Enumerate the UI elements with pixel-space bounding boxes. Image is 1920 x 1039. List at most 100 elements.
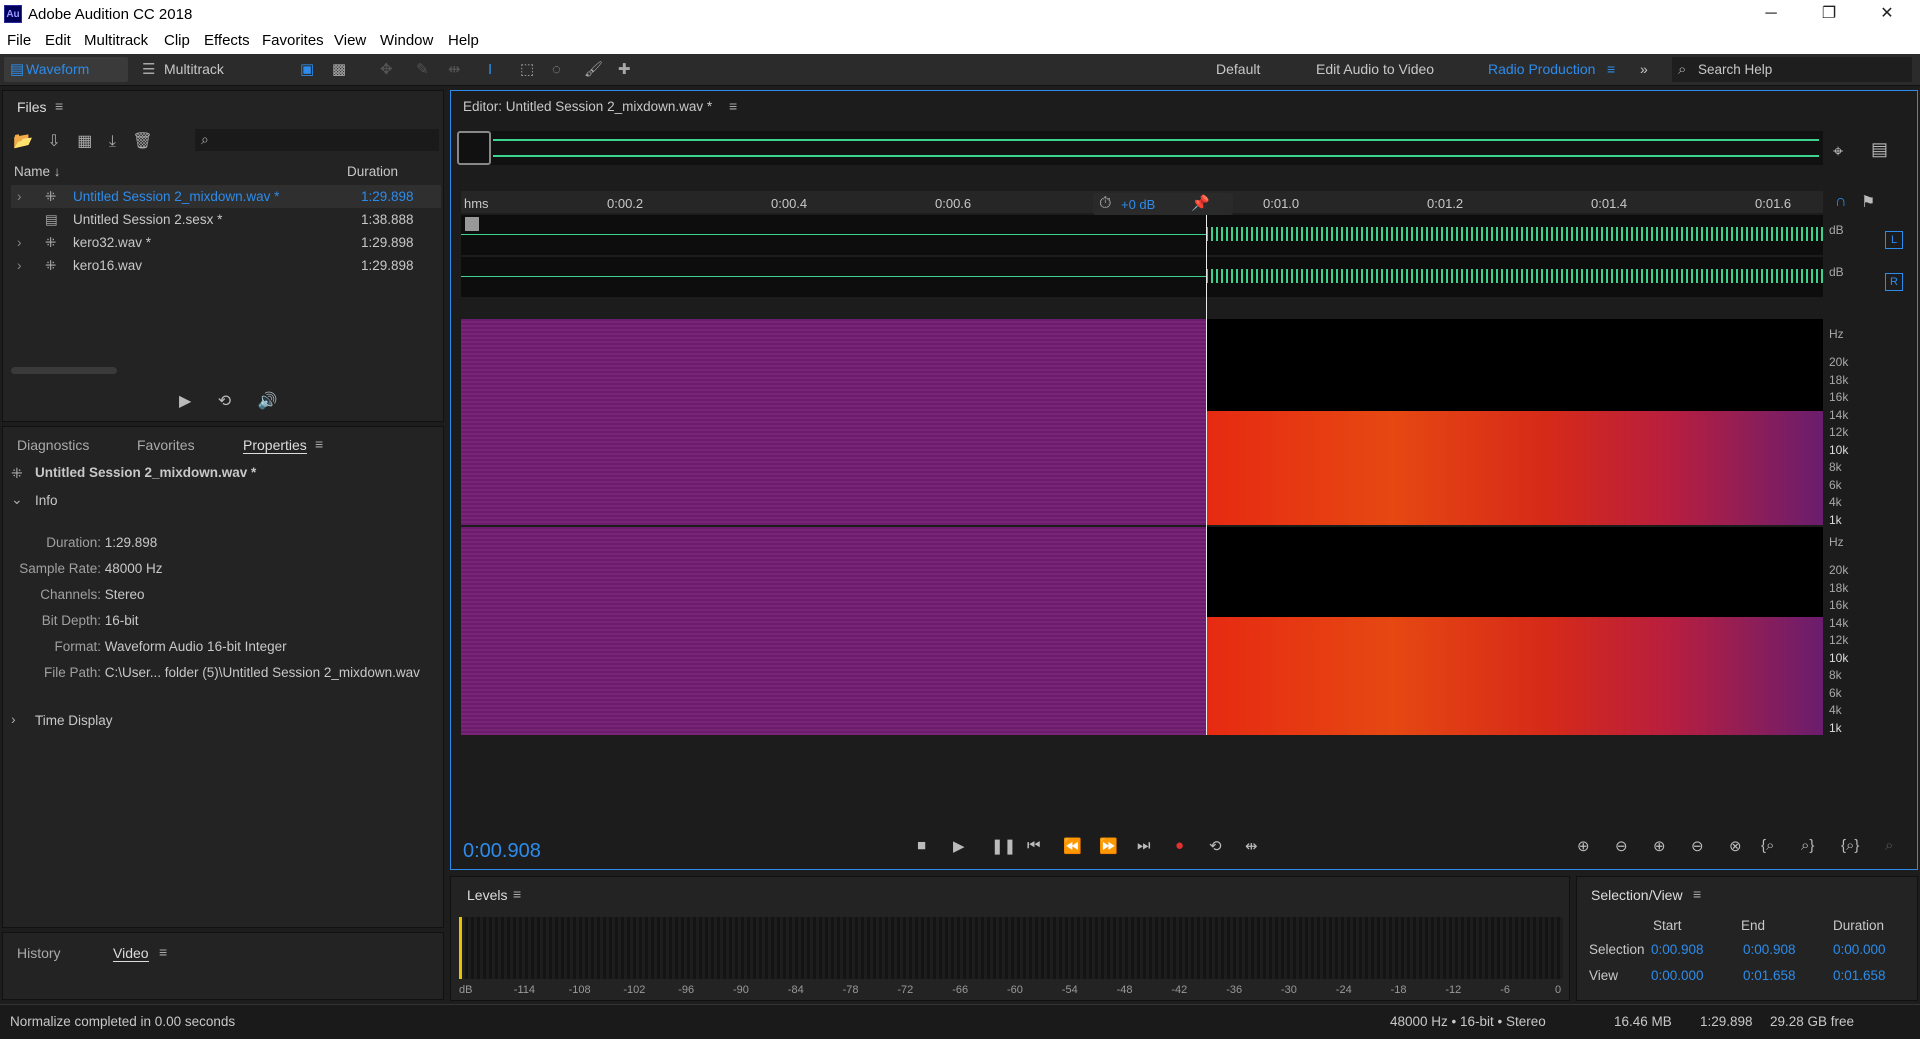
expand-arrow-icon[interactable]: › (17, 254, 22, 277)
workspace-menu-icon[interactable]: ≡ (1607, 57, 1615, 82)
right-channel-waveform[interactable] (461, 257, 1823, 297)
multitrack-view-button[interactable]: ☰ Multitrack (138, 57, 248, 82)
expand-arrow-icon[interactable]: › (17, 231, 22, 254)
zoom-out-time-icon[interactable]: ⊖ (1691, 837, 1704, 855)
workspace-radio-production[interactable]: Radio Production (1488, 57, 1595, 82)
menu-favorites[interactable]: Favorites (262, 32, 324, 49)
video-menu-icon[interactable]: ≡ (159, 944, 167, 960)
time-selection-tool-icon[interactable]: I (488, 57, 492, 82)
move-to-previous-icon[interactable]: ⏮ (1027, 837, 1041, 854)
file-row[interactable]: ▤ Untitled Session 2.sesx * 1:38.888 (11, 208, 441, 231)
overview-options-icon[interactable]: ▤ (1871, 139, 1888, 160)
loop-playback-icon[interactable]: ⟲ (1209, 837, 1222, 855)
menu-help[interactable]: Help (448, 32, 479, 49)
preview-loop-icon[interactable]: ⟲ (218, 393, 231, 410)
left-channel-waveform[interactable] (461, 215, 1823, 255)
fast-forward-icon[interactable]: ⏩ (1099, 837, 1118, 855)
open-file-icon[interactable]: 📂 (13, 133, 33, 150)
tab-history[interactable]: History (17, 945, 61, 961)
pin-hud-icon[interactable]: 📌 (1191, 194, 1210, 212)
pause-icon[interactable]: ❚❚ (991, 837, 1016, 855)
slip-tool-icon[interactable]: ⇹ (448, 57, 461, 82)
playhead[interactable] (1206, 215, 1207, 735)
menu-view[interactable]: View (334, 32, 366, 49)
spectral-display-left[interactable] (461, 319, 1823, 525)
menu-edit[interactable]: Edit (45, 32, 71, 49)
new-file-icon[interactable]: ▦ (77, 133, 92, 150)
file-row[interactable]: › ⁜ kero32.wav * 1:29.898 (11, 231, 441, 254)
menu-file[interactable]: File (7, 32, 31, 49)
properties-menu-icon[interactable]: ≡ (315, 436, 323, 452)
spectral-pitch-display-icon[interactable]: ▩ (332, 57, 346, 82)
delete-file-icon[interactable]: 🗑 (132, 133, 152, 150)
selection-duration[interactable]: 0:00.000 (1833, 942, 1886, 957)
move-to-next-icon[interactable]: ⏭ (1137, 837, 1151, 854)
spectral-display-right[interactable] (461, 527, 1823, 735)
spot-healing-brush-icon[interactable]: ✚ (618, 57, 631, 82)
duration-column-header[interactable]: Duration (347, 164, 398, 179)
zoom-in-time-icon[interactable]: ⊕ (1653, 837, 1666, 855)
search-help-input[interactable]: ⌕ Search Help (1672, 57, 1912, 82)
hud-volume[interactable]: ⏱ +0 dB 📌 (1093, 193, 1233, 215)
right-channel-toggle[interactable]: R (1885, 273, 1903, 291)
file-row[interactable]: › ⁜ kero16.wav 1:29.898 (11, 254, 441, 277)
levels-menu-icon[interactable]: ≡ (513, 886, 521, 902)
spectral-frequency-display-icon[interactable]: ▣ (300, 57, 314, 82)
tab-favorites[interactable]: Favorites (137, 437, 195, 453)
preview-volume-icon[interactable]: 🔊 (258, 393, 278, 410)
waveform-edit-icon[interactable] (465, 217, 479, 231)
editor-menu-icon[interactable]: ≡ (729, 98, 737, 114)
razor-tool-icon[interactable]: ✎ (416, 57, 429, 82)
name-column-header[interactable]: Name ↓ (14, 164, 61, 179)
overview-view-handle[interactable] (457, 131, 491, 165)
overview-waveform[interactable] (457, 131, 1823, 165)
file-row[interactable]: › ⁜ Untitled Session 2_mixdown.wav * 1:2… (11, 185, 441, 208)
marker-pin-icon[interactable]: ⚑ (1861, 192, 1875, 212)
tab-diagnostics[interactable]: Diagnostics (17, 437, 89, 453)
import-file-icon[interactable]: ⇩ (47, 133, 60, 150)
rewind-icon[interactable]: ⏪ (1063, 837, 1082, 855)
lasso-selection-tool-icon[interactable]: ◌ (552, 57, 561, 82)
files-horizontal-scrollbar[interactable] (11, 367, 117, 374)
zoom-to-selection-icon[interactable]: {⌕} (1841, 837, 1859, 854)
workspace-edit-audio-to-video[interactable]: Edit Audio to Video (1316, 57, 1434, 82)
menu-multitrack[interactable]: Multitrack (84, 32, 148, 49)
time-display-section-label[interactable]: Time Display (35, 713, 113, 728)
stop-icon[interactable]: ■ (917, 837, 926, 854)
info-section-label[interactable]: Info (35, 493, 58, 508)
maximize-button[interactable]: ❐ (1806, 2, 1852, 26)
volume-knob-icon[interactable]: ⏱ (1099, 195, 1111, 213)
view-start[interactable]: 0:00.000 (1651, 968, 1704, 983)
zoom-reset-icon[interactable]: ⌕ (1885, 837, 1893, 854)
workspace-default[interactable]: Default (1216, 57, 1260, 82)
marquee-selection-tool-icon[interactable]: ⬚ (520, 57, 534, 82)
more-workspaces-icon[interactable]: » (1640, 57, 1648, 82)
minimize-button[interactable]: ─ (1748, 2, 1794, 26)
selection-view-menu-icon[interactable]: ≡ (1693, 886, 1701, 902)
move-tool-icon[interactable]: ✥ (380, 57, 393, 82)
menu-clip[interactable]: Clip (164, 32, 190, 49)
zoom-navigator-icon[interactable]: ⌖ (1833, 141, 1843, 162)
zoom-out-amplitude-icon[interactable]: ⊖ (1615, 837, 1628, 855)
play-icon[interactable]: ▶ (953, 837, 965, 855)
skip-selection-icon[interactable]: ⇹ (1245, 837, 1258, 855)
zoom-in-at-in-point-icon[interactable]: {⌕ (1761, 837, 1774, 854)
current-time-display[interactable]: 0:00.908 (463, 840, 541, 863)
zoom-in-amplitude-icon[interactable]: ⊕ (1577, 837, 1590, 855)
files-panel-menu-icon[interactable]: ≡ (55, 98, 63, 114)
record-icon[interactable]: ● (1175, 837, 1184, 854)
menu-window[interactable]: Window (380, 32, 433, 49)
view-duration[interactable]: 0:01.658 (1833, 968, 1886, 983)
left-channel-toggle[interactable]: L (1885, 231, 1903, 249)
zoom-out-full-icon[interactable]: ⊗ (1729, 837, 1742, 855)
waveform-view-button[interactable]: ▤ Waveform (4, 57, 128, 82)
tab-video[interactable]: Video (113, 945, 149, 962)
view-end[interactable]: 0:01.658 (1743, 968, 1796, 983)
preview-play-icon[interactable]: ▶ (179, 393, 191, 410)
snap-icon[interactable]: ∩ (1835, 193, 1847, 211)
insert-into-multitrack-icon[interactable]: ⤓ (109, 133, 116, 150)
selection-start[interactable]: 0:00.908 (1651, 942, 1704, 957)
info-collapse-arrow-icon[interactable]: ⌄ (11, 491, 23, 508)
zoom-in-at-out-point-icon[interactable]: ⌕} (1801, 837, 1814, 854)
paintbrush-selection-tool-icon[interactable]: 🖌 (584, 57, 603, 82)
